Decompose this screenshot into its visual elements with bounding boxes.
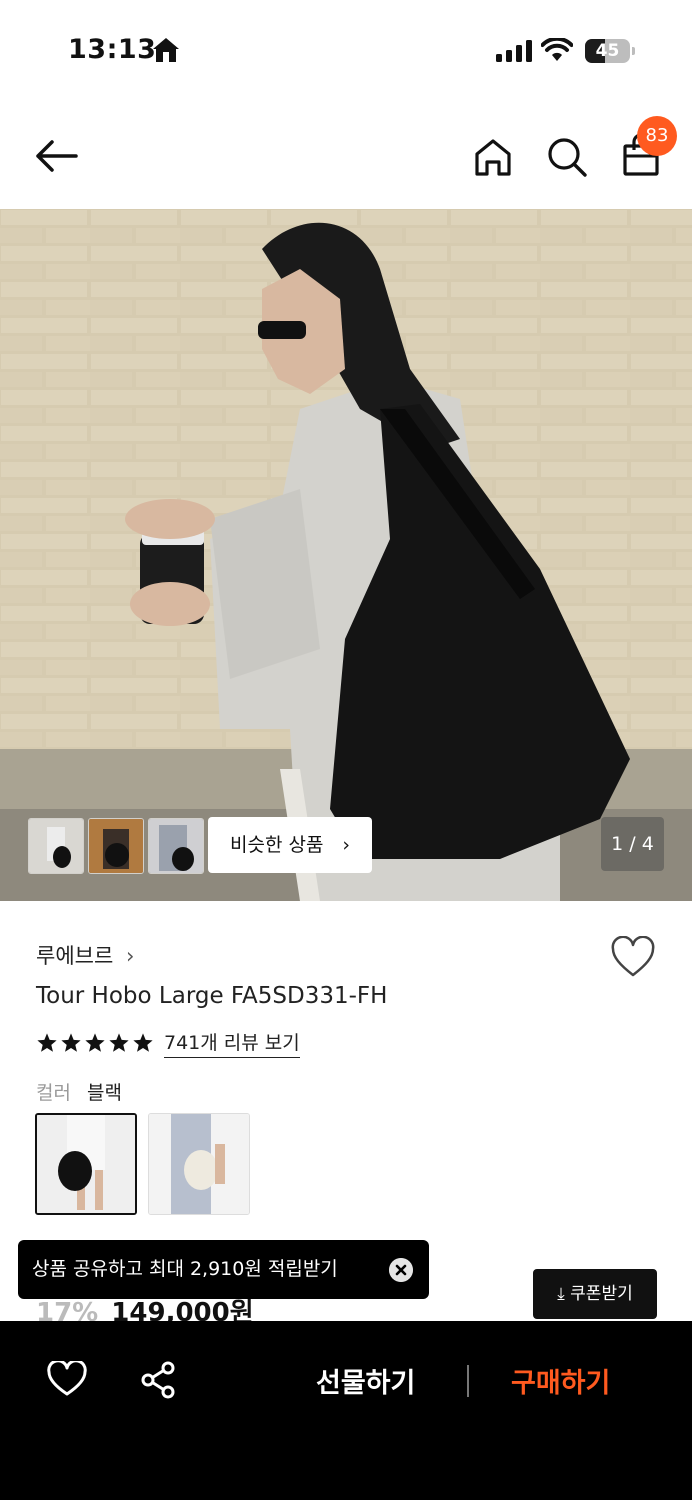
share-reward-toast: 상품 공유하고 최대 2,910원 적립받기 [18,1240,429,1299]
battery-level: 45 [595,41,620,61]
image-page-indicator: 1 / 4 [601,817,664,871]
product-photo [0,209,692,901]
color-label: 컬러 [36,1082,71,1104]
download-icon: ⤓ [557,1284,565,1304]
home-status-icon [153,38,179,62]
star-icon [61,1033,81,1052]
star-icon [133,1033,153,1052]
cellular-signal-icon [496,40,532,62]
coupon-label: 쿠폰받기 [570,1284,633,1304]
color-swatch-black[interactable] [35,1113,137,1215]
coupon-download-button[interactable]: ⤓ 쿠폰받기 [533,1269,657,1319]
color-row: 컬러 블랙 [36,1078,122,1105]
similar-products-button[interactable]: 비슷한 상품 › [208,817,372,873]
brand-name: 루에브르 [36,944,114,968]
hero-thumbnail[interactable] [88,818,144,874]
status-time: 13:13 [68,34,157,65]
hero-thumbnail[interactable] [148,818,204,874]
cart-count-badge: 83 [637,116,677,156]
star-icon [109,1033,129,1052]
hero-thumbnail[interactable] [28,818,84,874]
battery-icon: 45 [585,39,635,63]
wishlist-heart-icon[interactable] [610,936,656,978]
share-icon[interactable] [140,1361,176,1399]
product-title: Tour Hobo Large FA5SD331-FH [36,983,388,1009]
gift-button[interactable]: 선물하기 [316,1361,415,1400]
star-icon [37,1033,57,1052]
wifi-icon [541,38,573,61]
color-swatch-ivory[interactable] [148,1113,250,1215]
search-icon[interactable] [545,135,589,179]
product-hero-image[interactable] [0,209,692,901]
back-arrow-icon[interactable] [32,136,82,176]
bottom-action-bar: 선물하기 구매하기 [0,1321,692,1500]
similar-products-label: 비슷한 상품 [230,834,324,856]
status-bar: 13:13 45 [0,0,692,100]
brand-link[interactable]: 루에브르 › [36,940,134,970]
toast-text: 상품 공유하고 최대 2,910원 적립받기 [32,1258,338,1280]
chevron-right-icon: › [342,834,350,856]
home-icon[interactable] [472,136,514,178]
divider [467,1365,469,1397]
rating-row: 741개 리뷰 보기 [36,1028,300,1058]
star-icon [85,1033,105,1052]
rating-stars [36,1032,154,1054]
review-link[interactable]: 741개 리뷰 보기 [164,1028,300,1058]
buy-button[interactable]: 구매하기 [511,1361,610,1400]
chevron-right-icon: › [125,944,135,968]
heart-icon[interactable] [47,1361,87,1397]
close-icon[interactable] [389,1258,413,1282]
color-value: 블랙 [87,1082,122,1104]
hero-thumbnail-strip [28,818,204,874]
